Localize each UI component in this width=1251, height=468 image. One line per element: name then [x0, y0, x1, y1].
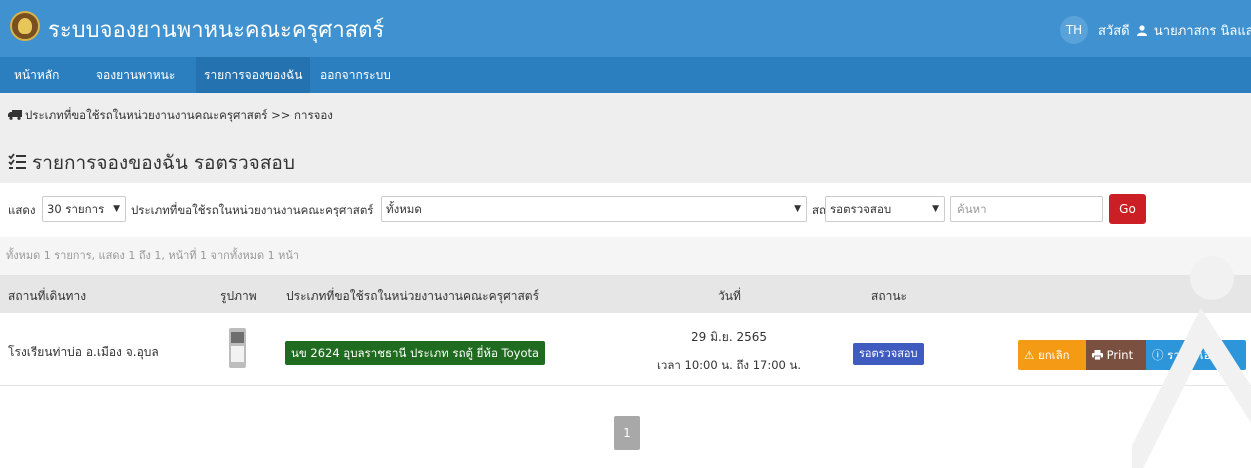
status-select[interactable]: รอตรวจสอบ ▼	[825, 196, 945, 222]
filter-bar: แสดง 30 รายการ ▼ ประเภทที่ขอใช้รถในหน่วย…	[0, 192, 1251, 228]
row-date: 29 มิ.ย. 2565	[690, 330, 767, 344]
chevron-down-icon: ▼	[113, 204, 120, 214]
chevron-down-icon: ▼	[794, 204, 801, 214]
table-header: สถานที่เดินทาง รูปภาพ ประเภทที่ขอใช้รถใน…	[0, 275, 1251, 313]
cancel-button[interactable]: ⚠ ยกเลิก	[1018, 340, 1086, 370]
app-header: ระบบจองยานพาหนะคณะครุศาสตร์ TH สวัสดี นา…	[0, 0, 1251, 57]
truck-icon	[8, 109, 22, 120]
breadcrumb-text: ประเภทที่ขอใช้รถในหน่วยงานงานคณะครุศาสตร…	[25, 108, 333, 122]
user-greeting[interactable]: สวัสดี นายภาสกร นิลแสง	[1098, 20, 1251, 41]
nav-item-home[interactable]: หน้าหลัก	[6, 57, 67, 93]
table-row: โรงเรียนท่าบ่อ อ.เมือง จ.อุบล นข 2624 อุ…	[0, 313, 1251, 386]
page-button[interactable]: 1	[614, 416, 640, 450]
chevron-down-icon: ▼	[932, 204, 939, 214]
search-input[interactable]: ค้นหา	[950, 196, 1103, 222]
user-name: นายภาสกร นิลแสง	[1153, 24, 1251, 39]
page-size-select[interactable]: 30 รายการ ▼	[42, 196, 126, 222]
result-summary: ทั้งหมด 1 รายการ, แสดง 1 ถึง 1, หน้าที่ …	[0, 237, 1251, 275]
vehicle-type-value: ทั้งหมด	[386, 202, 422, 216]
vehicle-type-label: ประเภทที่ขอใช้รถในหน่วยงานงานคณะครุศาสตร…	[131, 203, 374, 217]
go-button[interactable]: Go	[1109, 194, 1146, 224]
page-title: รายการจองของฉัน รอตรวจสอบ	[8, 148, 295, 178]
header-vehicle-type: ประเภทที่ขอใช้รถในหน่วยงานงานคณะครุศาสตร…	[286, 289, 540, 303]
main-nav: หน้าหลัก จองยานพาหนะ รายการจองของฉัน ออก…	[0, 57, 1251, 93]
vehicle-type-select[interactable]: ทั้งหมด ▼	[381, 196, 807, 222]
printer-icon	[1092, 348, 1107, 362]
breadcrumb: ประเภทที่ขอใช้รถในหน่วยงานงานคณะครุศาสตร…	[8, 107, 333, 125]
app-title[interactable]: ระบบจองยานพาหนะคณะครุศาสตร์	[48, 12, 384, 47]
faculty-logo[interactable]	[10, 11, 40, 41]
show-label: แสดง	[8, 203, 36, 217]
cancel-label: ยกเลิก	[1037, 348, 1070, 362]
language-toggle[interactable]: TH	[1060, 16, 1088, 44]
status-badge: รอตรวจสอบ	[853, 343, 924, 365]
row-destination: โรงเรียนท่าบ่อ อ.เมือง จ.อุบล	[8, 345, 159, 359]
nav-item-logout[interactable]: ออกจากระบบ	[312, 57, 399, 93]
greeting-text: สวัสดี	[1098, 24, 1130, 39]
page-title-text: รายการจองของฉัน รอตรวจสอบ	[32, 152, 295, 174]
header-destination: สถานที่เดินทาง	[8, 289, 87, 303]
checklist-icon	[8, 153, 26, 171]
nav-item-my-bookings[interactable]: รายการจองของฉัน	[196, 57, 311, 93]
row-time: เวลา 10:00 น. ถึง 17:00 น.	[656, 358, 802, 372]
header-date: วันที่	[718, 289, 741, 303]
status-value: รอตรวจสอบ	[830, 202, 892, 216]
print-label: Print	[1106, 348, 1134, 362]
vehicle-badge: นข 2624 อุบลราชธานี ประเภท รถตู้ ยี่ห้อ …	[285, 341, 546, 365]
user-icon	[1136, 25, 1147, 36]
nav-item-book-vehicle[interactable]: จองยานพาหนะ	[88, 57, 183, 93]
watermark-logo	[1132, 256, 1251, 468]
warning-icon: ⚠	[1024, 348, 1035, 362]
page-header: ประเภทที่ขอใช้รถในหน่วยงานงานคณะครุศาสตร…	[0, 93, 1251, 183]
header-image: รูปภาพ	[220, 289, 257, 303]
header-status: สถานะ	[871, 289, 907, 303]
page-size-value: 30 รายการ	[47, 202, 105, 216]
vehicle-thumbnail[interactable]	[229, 328, 246, 368]
